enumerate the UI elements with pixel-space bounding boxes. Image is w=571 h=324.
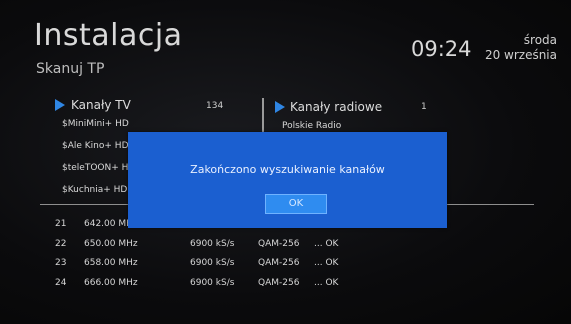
row-symbol-rate: 6900 kS/s [190, 239, 235, 249]
row-status: ... OK [314, 239, 339, 249]
row-symbol-rate: 6900 kS/s [190, 258, 235, 268]
row-number: 24 [55, 278, 67, 288]
date: 20 września [484, 48, 557, 62]
row-frequency: 650.00 MHz [84, 239, 138, 249]
radio-channel-item: Polskie Radio [282, 121, 342, 131]
row-modulation: QAM-256 [258, 258, 300, 268]
tv-list-arrow-icon [55, 99, 65, 111]
row-status: ... OK [314, 258, 339, 268]
tv-screen: Instalacja Skanuj TP 09:24 środa 20 wrze… [0, 0, 571, 324]
tv-channel-item: $MiniMini+ HD [62, 119, 129, 129]
tv-channel-item: $Kuchnia+ HD [62, 185, 128, 195]
row-frequency: 642.00 MH [84, 219, 133, 229]
row-frequency: 658.00 MHz [84, 258, 138, 268]
row-number: 22 [55, 239, 67, 249]
radio-list-heading: Kanały radiowe [290, 100, 383, 114]
row-modulation: QAM-256 [258, 239, 300, 249]
scan-complete-dialog: Zakończono wyszukiwanie kanałów OK [128, 132, 447, 228]
row-status: ... OK [314, 278, 339, 288]
radio-count: 1 [421, 102, 427, 112]
tv-count: 134 [206, 101, 224, 111]
row-symbol-rate: 6900 kS/s [190, 278, 235, 288]
clock: 09:24 [411, 37, 472, 61]
page-title: Instalacja [34, 18, 183, 53]
ok-button[interactable]: OK [265, 194, 327, 214]
tv-channel-item: $teleTOON+ H [62, 163, 129, 173]
row-number: 21 [55, 219, 67, 229]
tv-channel-item: $Ale Kino+ HD [62, 141, 129, 151]
row-number: 23 [55, 258, 67, 268]
page-subtitle: Skanuj TP [36, 61, 105, 77]
weekday: środa [523, 33, 557, 47]
row-modulation: QAM-256 [258, 278, 300, 288]
dialog-message: Zakończono wyszukiwanie kanałów [190, 163, 385, 176]
row-frequency: 666.00 MHz [84, 278, 138, 288]
radio-list-arrow-icon [275, 101, 285, 113]
tv-list-heading: Kanały TV [71, 98, 131, 112]
